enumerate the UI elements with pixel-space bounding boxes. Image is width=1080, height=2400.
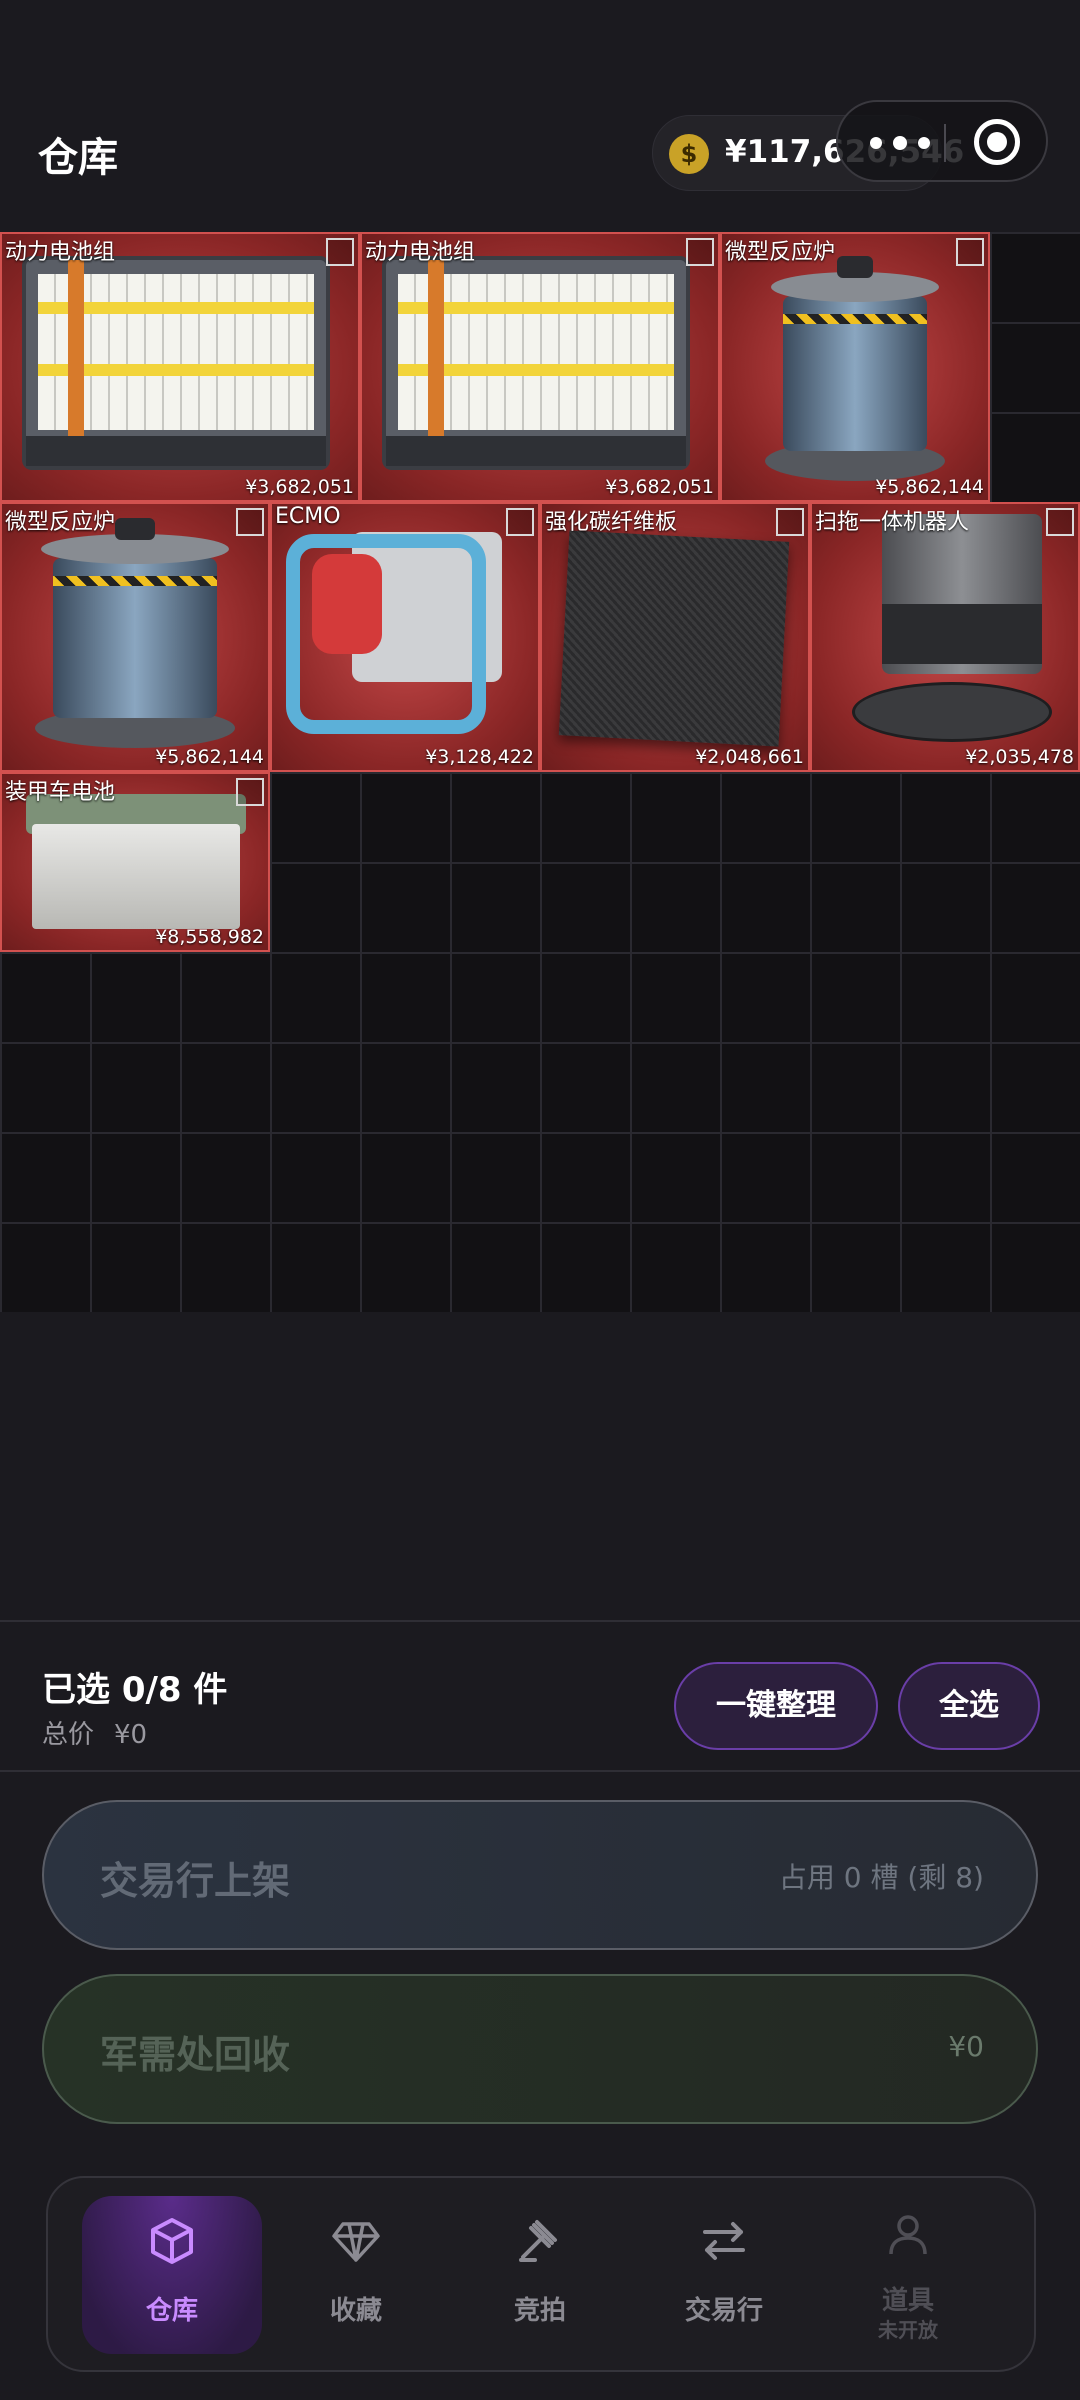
capsule-divider: [944, 124, 946, 162]
tab-favorites[interactable]: 收藏: [266, 2196, 446, 2354]
item-price: ¥3,682,051: [245, 476, 354, 498]
item-name: 动力电池组: [365, 240, 476, 265]
divider: [0, 1770, 1080, 1772]
tab-bar: 仓库 收藏 竞拍 交易行 道具 未开放: [46, 2176, 1036, 2372]
tab-items[interactable]: 道具 未开放: [818, 2196, 998, 2354]
item-checkbox[interactable]: [686, 238, 714, 266]
recycle-label: 军需处回收: [100, 2033, 291, 2077]
tab-warehouse[interactable]: 仓库: [82, 2196, 262, 2354]
coin-icon: $: [669, 134, 709, 174]
item-price: ¥2,035,478: [965, 746, 1074, 768]
item-checkbox[interactable]: [776, 508, 804, 536]
reactor-image: [35, 518, 235, 748]
recycle-value: ¥0: [948, 2030, 984, 2063]
tab-label: 收藏: [329, 2296, 382, 2326]
armored-battery-image: [26, 794, 246, 929]
item-checkbox[interactable]: [956, 238, 984, 266]
inventory-item[interactable]: 微型反应炉 ¥5,862,144: [720, 232, 990, 502]
robot-vacuum-image: [852, 514, 1052, 754]
box-icon: [151, 2218, 193, 2264]
item-price: ¥5,862,144: [155, 746, 264, 768]
inventory-item[interactable]: 微型反应炉 ¥5,862,144: [0, 502, 270, 772]
top-bar: 仓库 $ ¥117,626,546: [0, 0, 1080, 230]
organize-button[interactable]: 一键整理: [674, 1662, 878, 1750]
battery-image: [382, 256, 690, 470]
list-on-market-button[interactable]: 交易行上架 占用 0 槽 (剩 8): [42, 1800, 1038, 1950]
diamond-icon: [332, 2222, 380, 2262]
item-price: ¥8,558,982: [155, 926, 264, 948]
item-checkbox[interactable]: [326, 238, 354, 266]
page-title: 仓库: [38, 135, 118, 181]
close-target-icon[interactable]: [974, 119, 1020, 165]
item-price: ¥3,682,051: [605, 476, 714, 498]
item-checkbox[interactable]: [236, 778, 264, 806]
person-icon: [889, 2215, 927, 2255]
inventory-item[interactable]: 动力电池组 ¥3,682,051: [360, 232, 720, 502]
swap-icon: [703, 2222, 745, 2260]
reactor-image: [765, 256, 945, 481]
list-on-market-label: 交易行上架: [100, 1859, 291, 1903]
item-name: 动力电池组: [5, 240, 116, 265]
slot-usage-text: 占用 0 槽 (剩 8): [778, 1861, 984, 1894]
item-name: 装甲车电池: [5, 780, 116, 805]
inventory-item[interactable]: 装甲车电池 ¥8,558,982: [0, 772, 270, 952]
item-name: 扫拖一体机器人: [815, 510, 970, 535]
inventory-item[interactable]: 强化碳纤维板 ¥2,048,661: [540, 502, 810, 772]
carbon-plate-image: [558, 530, 790, 747]
inventory-item[interactable]: 扫拖一体机器人 ¥2,035,478: [810, 502, 1080, 772]
item-checkbox[interactable]: [506, 508, 534, 536]
tab-label: 交易行: [684, 2296, 763, 2326]
recycle-button[interactable]: 军需处回收 ¥0: [42, 1974, 1038, 2124]
item-price: ¥3,128,422: [425, 746, 534, 768]
item-name: 微型反应炉: [725, 240, 836, 265]
more-icon[interactable]: [862, 124, 938, 162]
selection-summary: 已选 0/8 件: [42, 1670, 228, 1710]
total-price-label: 总价: [42, 1720, 95, 1750]
item-price: ¥2,048,661: [695, 746, 804, 768]
gavel-icon: [519, 2220, 557, 2262]
tab-auction[interactable]: 竞拍: [450, 2196, 630, 2354]
tab-sublabel: 未开放: [878, 2318, 938, 2342]
item-name: 微型反应炉: [5, 510, 116, 535]
item-name: 强化碳纤维板: [545, 510, 678, 535]
tab-label: 仓库: [145, 2296, 198, 2326]
inventory-item[interactable]: 动力电池组 ¥3,682,051: [0, 232, 360, 502]
miniprogram-capsule: [836, 100, 1048, 182]
tab-market[interactable]: 交易行: [634, 2196, 814, 2354]
tab-label: 竞拍: [513, 2296, 566, 2326]
item-checkbox[interactable]: [1046, 508, 1074, 536]
battery-image: [22, 256, 330, 470]
ecmo-image: [272, 504, 538, 770]
item-checkbox[interactable]: [236, 508, 264, 536]
item-price: ¥5,862,144: [875, 476, 984, 498]
total-price-row: 总价 ¥0: [42, 1714, 147, 1751]
select-all-button[interactable]: 全选: [898, 1662, 1040, 1750]
tab-label: 道具: [881, 2286, 934, 2316]
inventory-item[interactable]: ECMO ¥3,128,422: [270, 502, 540, 772]
item-name: ECMO: [275, 504, 341, 529]
inventory-grid: 动力电池组 ¥3,682,051 动力电池组 ¥3,682,051 微型反应炉: [0, 232, 1080, 1312]
total-price-value: ¥0: [114, 1720, 148, 1750]
